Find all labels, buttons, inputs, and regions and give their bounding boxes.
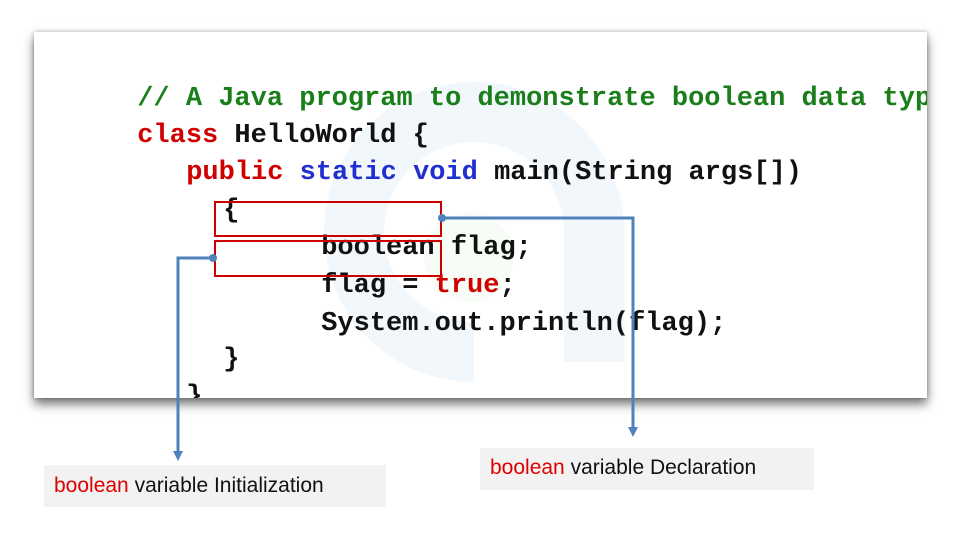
declaration-callout: boolean variable Declaration bbox=[480, 448, 814, 490]
keyword-void: void bbox=[413, 158, 478, 188]
slide: // A Java program to demonstrate boolean… bbox=[0, 0, 960, 540]
code-panel: // A Java program to demonstrate boolean… bbox=[34, 32, 927, 398]
declaration-callout-text: variable Declaration bbox=[564, 456, 757, 479]
declaration-highlight-box bbox=[214, 201, 442, 237]
code-line-7: System.out.println(flag); bbox=[224, 279, 726, 369]
declaration-callout-keyword: boolean bbox=[490, 456, 565, 479]
code-line-9: } bbox=[89, 352, 202, 398]
method-signature: main(String args[]) bbox=[477, 158, 802, 188]
println-statement: System.out.println(flag); bbox=[321, 309, 727, 339]
keyword-static: static bbox=[299, 158, 397, 188]
close-brace-class: } bbox=[186, 382, 203, 398]
initialization-callout-text: variable Initialization bbox=[128, 474, 324, 497]
initialization-highlight-box bbox=[214, 240, 442, 277]
initialization-callout-keyword: boolean bbox=[54, 474, 129, 497]
close-brace-method: } bbox=[223, 345, 240, 375]
initialization-callout: boolean variable Initialization bbox=[44, 465, 386, 507]
